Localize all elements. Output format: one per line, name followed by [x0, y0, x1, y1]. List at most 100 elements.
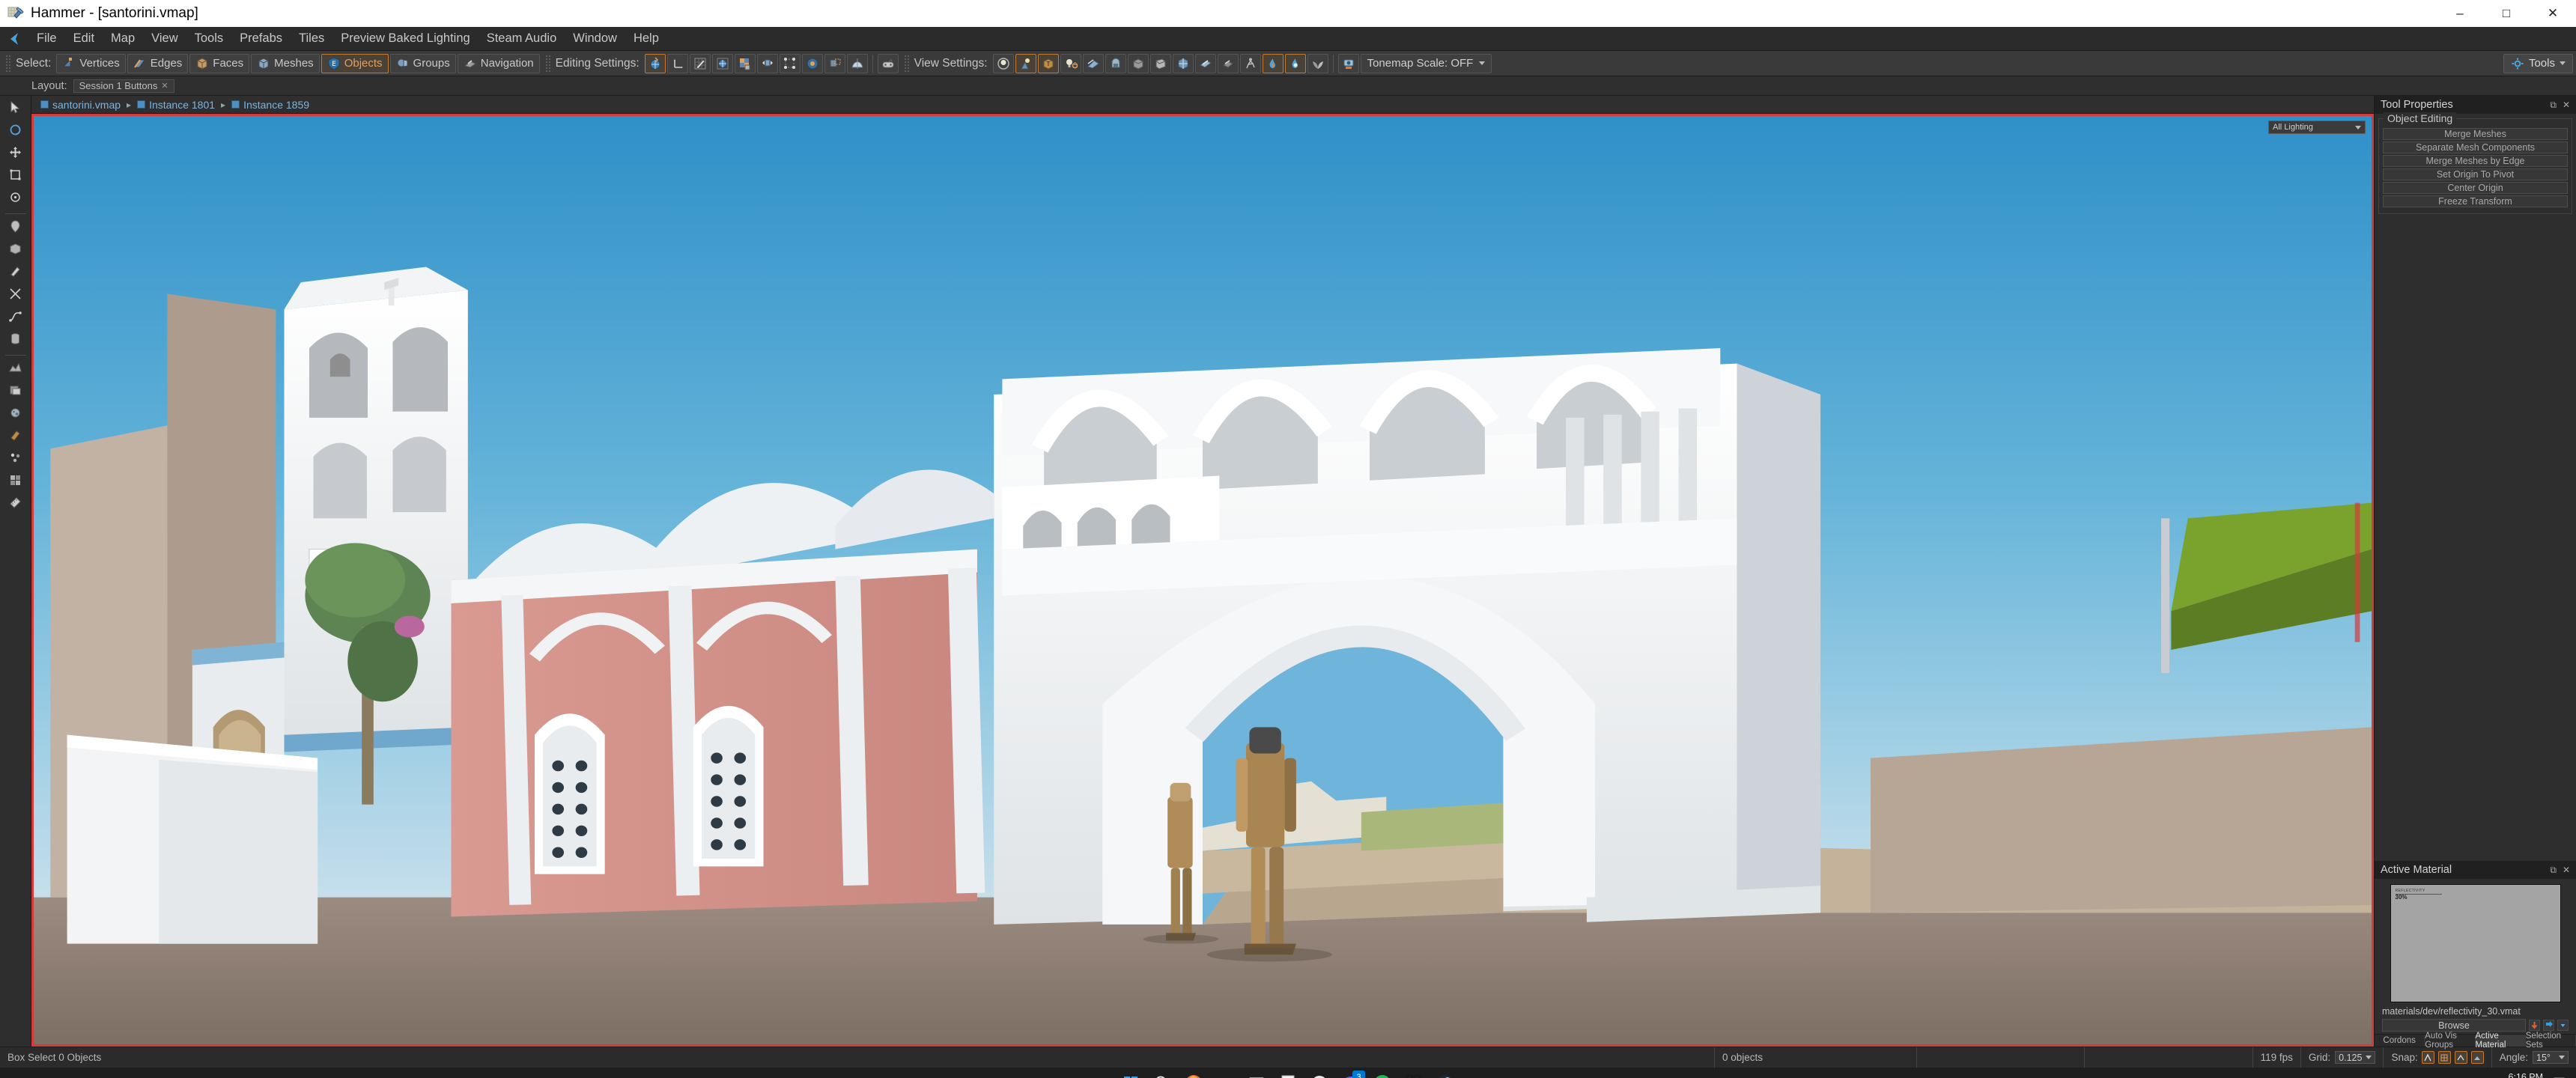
menu-prefabs[interactable]: Prefabs: [231, 28, 291, 49]
view-icon-show-models[interactable]: [1127, 53, 1149, 73]
view-icon-fire-effects[interactable]: [1284, 53, 1306, 73]
view-icon-player-clip[interactable]: [1239, 53, 1261, 73]
breadcrumb-item-map[interactable]: santorini.vmap: [37, 99, 124, 111]
menu-tiles[interactable]: Tiles: [291, 28, 332, 49]
editing-icon-texture-align-lock[interactable]: [779, 53, 801, 73]
grid-value-dropdown[interactable]: 0.125: [2335, 1051, 2376, 1064]
viewport-3d[interactable]: All Lighting: [31, 114, 2374, 1047]
render-mode-dropdown[interactable]: All Lighting: [2268, 121, 2366, 134]
select-mode-navigation[interactable]: Navigation: [457, 53, 540, 73]
search-icon[interactable]: [1152, 1074, 1172, 1078]
select-mode-vertices[interactable]: Vertices: [56, 53, 126, 73]
windows-start-icon[interactable]: [1121, 1074, 1140, 1078]
editing-icon-uv-lock[interactable]: [711, 53, 733, 73]
photos-icon[interactable]: [1247, 1074, 1266, 1078]
pick-material-icon[interactable]: [2542, 1019, 2555, 1032]
close-button[interactable]: ✕: [2530, 0, 2576, 27]
view-icon-particles[interactable]: [1262, 53, 1284, 73]
select-mode-meshes[interactable]: Meshes: [251, 53, 320, 73]
editing-settings-grip[interactable]: [544, 54, 550, 73]
merge-meshes-button[interactable]: Merge Meshes: [2383, 128, 2568, 140]
select-mode-edges[interactable]: Edges: [127, 53, 189, 73]
apply-material-tool-button[interactable]: [3, 427, 28, 448]
editing-icon-world-space-transform[interactable]: [644, 53, 666, 73]
view-settings-grip[interactable]: [903, 54, 909, 73]
tab-cordons[interactable]: Cordons: [2375, 1035, 2425, 1047]
menu-map[interactable]: Map: [103, 28, 143, 49]
close-icon[interactable]: ✕: [2563, 100, 2570, 111]
menu-preview-baked-lighting[interactable]: Preview Baked Lighting: [332, 28, 478, 49]
editing-icon-local-space-transform[interactable]: [666, 53, 688, 73]
editing-icon-transform-handle[interactable]: [824, 53, 845, 73]
menu-steam-audio[interactable]: Steam Audio: [479, 28, 565, 49]
close-icon[interactable]: ✕: [2563, 865, 2570, 876]
tab-selection-sets[interactable]: Selection Sets: [2526, 1032, 2576, 1050]
maximize-button[interactable]: □: [2483, 0, 2530, 27]
entity-tool-button[interactable]: [3, 218, 28, 239]
clip-tool-button[interactable]: [3, 285, 28, 306]
vertex-paint-tool-button[interactable]: [3, 449, 28, 470]
scale-tool-button[interactable]: [3, 189, 28, 210]
editing-icon-soft-selection[interactable]: [846, 53, 868, 73]
menu-window[interactable]: Window: [565, 28, 625, 49]
restore-panel-icon[interactable]: ⧉: [2550, 865, 2557, 876]
snap-to-face-icon[interactable]: [2470, 1051, 2484, 1064]
separate-mesh-components-button[interactable]: Separate Mesh Components: [2383, 141, 2568, 153]
editing-icon-texture-lock[interactable]: [689, 53, 711, 73]
view-icon-show-hints[interactable]: [1217, 53, 1239, 73]
clock[interactable]: 6:16 PM 8/29/2022: [2501, 1072, 2543, 1078]
breadcrumb-item-instance-1801[interactable]: Instance 1801: [134, 99, 218, 111]
close-icon[interactable]: ✕: [161, 81, 168, 91]
view-icon-camera[interactable]: [1337, 53, 1359, 73]
snap-to-vertex-icon[interactable]: [2437, 1051, 2451, 1064]
cylinder-tool-button[interactable]: [3, 330, 28, 351]
menu-view[interactable]: View: [143, 28, 186, 49]
view-icon-show-fog[interactable]: [1082, 53, 1104, 73]
half-life-alyx-icon[interactable]: [1404, 1074, 1424, 1078]
block-tool-button[interactable]: [3, 240, 28, 261]
editing-icon-texture-scale-lock[interactable]: [734, 53, 756, 73]
translate-tool-button[interactable]: [3, 144, 28, 165]
steam-icon[interactable]: [1436, 1074, 1455, 1078]
snap-to-edge-icon[interactable]: [2454, 1051, 2467, 1064]
view-icon-show-nav[interactable]: [1194, 53, 1216, 73]
tile-tool-button[interactable]: [3, 472, 28, 493]
freeze-transform-button[interactable]: Freeze Transform: [2383, 195, 2568, 207]
merge-meshes-by-edge-button[interactable]: Merge Meshes by Edge: [2383, 155, 2568, 167]
view-icon-baked-lighting[interactable]: T: [1037, 53, 1059, 73]
view-icon-foliage[interactable]: [1307, 53, 1328, 73]
tonemap-scale-dropdown[interactable]: Tonemap Scale: OFF: [1360, 53, 1492, 73]
view-icon-fullbright[interactable]: [992, 53, 1014, 73]
browse-button[interactable]: Browse: [2382, 1019, 2526, 1032]
select-mode-objects[interactable]: E Objects: [321, 53, 389, 73]
editing-icon-center-on-selection[interactable]: [801, 53, 823, 73]
file-explorer-icon[interactable]: [1215, 1074, 1235, 1078]
editing-icon-texture-shift-lock[interactable]: [756, 53, 778, 73]
viewport-render[interactable]: [34, 116, 2372, 1044]
menu-tools[interactable]: Tools: [186, 28, 232, 49]
select-tool-button[interactable]: [3, 99, 28, 120]
paint-tool-button[interactable]: [3, 263, 28, 284]
overlay-tool-button[interactable]: [3, 382, 28, 403]
spotify-icon[interactable]: [1373, 1074, 1392, 1078]
layout-session-tab[interactable]: Session 1 Buttons ✕: [73, 79, 174, 93]
menu-file[interactable]: File: [28, 28, 65, 49]
material-swatch[interactable]: REFLECTIVITY 30%: [2390, 884, 2561, 1002]
notepad-icon[interactable]: [1278, 1074, 1298, 1078]
material-menu-caret-icon[interactable]: [2557, 1019, 2569, 1032]
rotate-tool-button[interactable]: [3, 166, 28, 187]
paint-icon[interactable]: [1310, 1074, 1329, 1078]
angle-value-dropdown[interactable]: 15°: [2533, 1051, 2569, 1064]
center-origin-button[interactable]: Center Origin: [2383, 182, 2568, 194]
camera-tool-button[interactable]: [3, 121, 28, 142]
displacement-tool-button[interactable]: [3, 359, 28, 380]
minimize-button[interactable]: –: [2437, 0, 2483, 27]
decal-tool-button[interactable]: [3, 404, 28, 425]
view-icon-show-displacements[interactable]: [1149, 53, 1171, 73]
snap-to-grid-icon[interactable]: [2421, 1051, 2434, 1064]
path-tool-button[interactable]: [3, 308, 28, 329]
select-mode-faces[interactable]: Faces: [189, 53, 250, 73]
firefox-icon[interactable]: [1184, 1074, 1203, 1078]
restore-panel-icon[interactable]: ⧉: [2550, 100, 2557, 111]
set-origin-to-pivot-button[interactable]: Set Origin To Pivot: [2383, 168, 2568, 180]
